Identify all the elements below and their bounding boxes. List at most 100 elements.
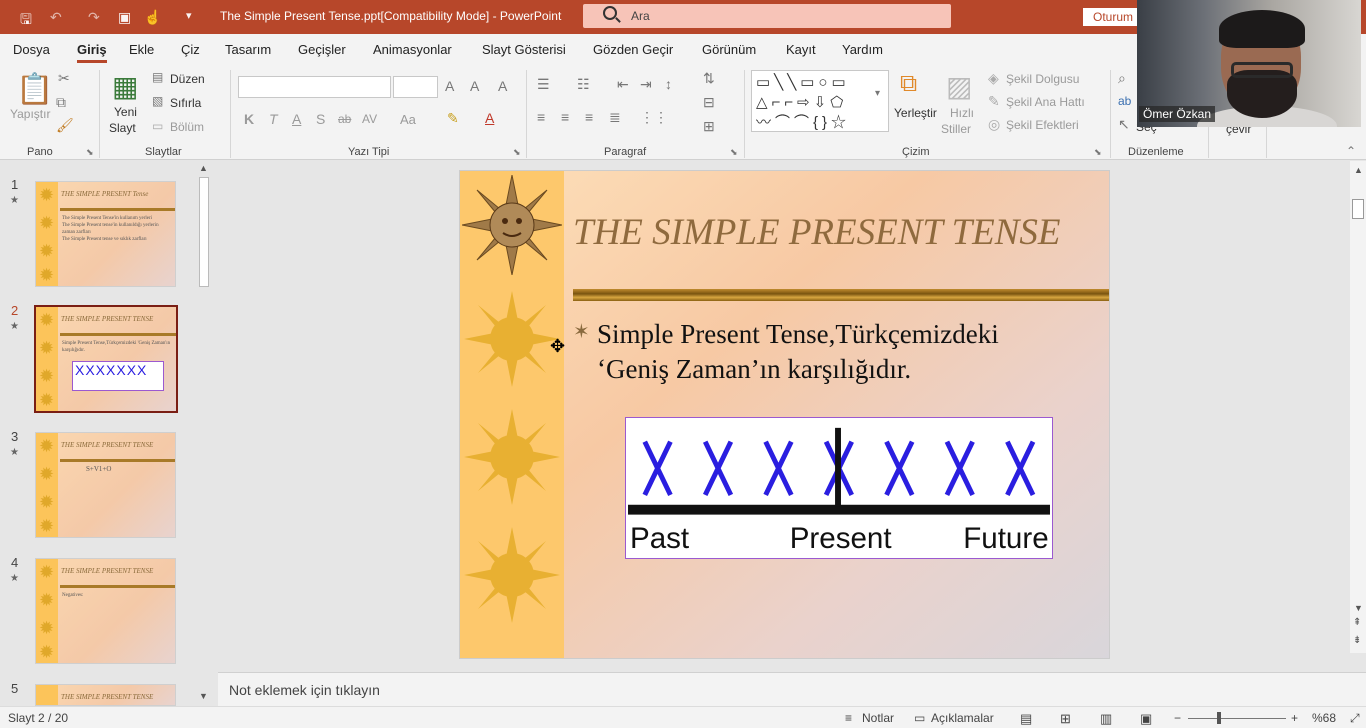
normal-view-icon[interactable]: ▤ bbox=[1020, 711, 1032, 727]
zoom-out-icon[interactable]: − bbox=[1174, 711, 1181, 725]
highlight-icon[interactable]: ✎ bbox=[447, 110, 459, 127]
zoom-level[interactable]: %68 bbox=[1312, 711, 1336, 725]
cut-icon[interactable]: ✂ bbox=[58, 70, 70, 87]
section-button[interactable]: Bölüm bbox=[170, 120, 204, 134]
slide-body-text[interactable]: Simple Present Tense,Türkçemizdeki ‘Geni… bbox=[597, 317, 1067, 387]
scroll-up-icon[interactable]: ▲ bbox=[1354, 165, 1363, 175]
tab-tasarim[interactable]: Tasarım bbox=[225, 42, 271, 57]
slide-thumbnail-5[interactable]: THE SIMPLE PRESENT TENSE bbox=[35, 684, 176, 706]
shapes-gallery[interactable]: ▭╲╲▭○▭ △⌐⌐⇨⇩⬠ 〰⌒⌒{}☆ bbox=[751, 70, 889, 132]
thumbnails-scrollbar[interactable]: ▲ ▼ bbox=[197, 163, 211, 705]
undo-icon[interactable]: ↶ bbox=[50, 9, 62, 26]
current-slide[interactable]: THE SIMPLE PRESENT TENSE ✶ Simple Presen… bbox=[459, 170, 1110, 659]
font-size-combo[interactable] bbox=[393, 76, 438, 98]
increase-indent-icon[interactable]: ⇥ bbox=[640, 76, 652, 93]
tab-gecisler[interactable]: Geçişler bbox=[298, 42, 346, 57]
quick-styles-icon[interactable]: ▨ bbox=[946, 70, 972, 103]
line-spacing-icon[interactable]: ↕ bbox=[665, 76, 672, 92]
italic-button[interactable]: T bbox=[269, 111, 278, 127]
comments-button[interactable]: Açıklamalar bbox=[931, 711, 994, 725]
tab-gorunum[interactable]: Görünüm bbox=[702, 42, 756, 57]
slide-title[interactable]: THE SIMPLE PRESENT TENSE bbox=[573, 211, 1061, 254]
tab-giris[interactable]: Giriş bbox=[77, 42, 107, 63]
underline-button[interactable]: A bbox=[292, 111, 301, 127]
slideshow-icon[interactable]: ▣ bbox=[1140, 711, 1152, 727]
quick-styles-label-2[interactable]: Stiller bbox=[941, 122, 971, 136]
format-painter-icon[interactable]: 🖌 bbox=[56, 117, 74, 134]
copy-icon[interactable]: ⧉ bbox=[56, 94, 66, 111]
zoom-slider[interactable] bbox=[1188, 718, 1286, 719]
arrange-icon[interactable]: ⧉ bbox=[900, 70, 917, 98]
tab-slayt-gosterisi[interactable]: Slayt Gösterisi bbox=[482, 42, 566, 57]
shapes-more-icon[interactable]: ▾ bbox=[875, 88, 880, 99]
tab-ciz[interactable]: Çiz bbox=[181, 42, 200, 57]
spacing-button[interactable]: AV bbox=[362, 112, 377, 126]
slide-thumbnail-3[interactable]: ✹ ✹ ✹ ✹ THE SIMPLE PRESENT TENSE S+V1+O bbox=[35, 432, 176, 538]
zoom-in-icon[interactable]: + bbox=[1291, 711, 1298, 725]
slide-thumbnail-4[interactable]: ✹ ✹ ✹ ✹ THE SIMPLE PRESENT TENSE Negativ… bbox=[35, 558, 176, 664]
tab-ekle[interactable]: Ekle bbox=[129, 42, 154, 57]
shape-outline-button[interactable]: Şekil Ana Hattı bbox=[1006, 95, 1085, 109]
layout-button[interactable]: Düzen bbox=[170, 72, 205, 86]
collapse-ribbon-icon[interactable]: ⌃ bbox=[1346, 144, 1356, 158]
bullets-icon[interactable]: ☰ bbox=[537, 76, 550, 93]
new-slide-label-1[interactable]: Yeni bbox=[114, 105, 137, 119]
increase-font-icon[interactable]: A bbox=[445, 78, 454, 94]
search-box[interactable]: Ara bbox=[583, 4, 951, 28]
drawing-launcher-icon[interactable]: ⬊ bbox=[1094, 147, 1102, 158]
find-icon[interactable]: ⌕ bbox=[1118, 70, 1126, 87]
font-name-combo[interactable] bbox=[238, 76, 391, 98]
paste-button[interactable]: Yapıştır bbox=[10, 107, 50, 121]
paragraph-launcher-icon[interactable]: ⬊ bbox=[730, 147, 738, 158]
replace-icon[interactable]: ab bbox=[1118, 94, 1131, 108]
customize-qat-icon[interactable]: ▾ bbox=[186, 9, 192, 22]
timeline-image[interactable]: Past Present Future bbox=[625, 417, 1053, 559]
slide-thumbnail-2[interactable]: ✹ ✹ ✹ ✹ THE SIMPLE PRESENT TENSE Simple … bbox=[34, 305, 178, 413]
new-slide-icon[interactable]: ▦ bbox=[112, 70, 138, 103]
text-direction-icon[interactable]: ⇅ bbox=[703, 70, 715, 87]
tab-kayit[interactable]: Kayıt bbox=[786, 42, 816, 57]
smartart-icon[interactable]: ⊞ bbox=[703, 118, 715, 135]
slide-thumbnail-1[interactable]: ✹ ✹ ✹ ✹ THE SIMPLE PRESENT Tense The Sim… bbox=[35, 181, 176, 287]
tab-dosya[interactable]: Dosya bbox=[13, 42, 50, 57]
fit-to-window-icon[interactable]: ⤢ bbox=[1350, 711, 1360, 726]
tab-animasyonlar[interactable]: Animasyonlar bbox=[373, 42, 452, 57]
font-color-icon[interactable]: A bbox=[485, 110, 494, 126]
slide-scrollbar[interactable]: ▲ ▼ ⇞ ⇟ bbox=[1350, 161, 1366, 653]
arrange-button[interactable]: Yerleştir bbox=[894, 106, 937, 120]
align-left-icon[interactable]: ≡ bbox=[537, 109, 545, 125]
scroll-up-icon[interactable]: ▲ bbox=[199, 163, 208, 173]
paste-icon[interactable]: 📋 bbox=[16, 72, 53, 107]
save-icon[interactable]: 🖫 bbox=[20, 9, 32, 33]
shape-fill-button[interactable]: Şekil Dolgusu bbox=[1006, 72, 1079, 86]
change-case-button[interactable]: Aa bbox=[400, 112, 416, 127]
notes-button[interactable]: Notlar bbox=[862, 711, 894, 725]
scroll-down-icon[interactable]: ▼ bbox=[1354, 603, 1363, 613]
shape-effects-button[interactable]: Şekil Efektleri bbox=[1006, 118, 1079, 132]
numbering-icon[interactable]: ☷ bbox=[577, 76, 590, 93]
decrease-font-icon[interactable]: A bbox=[470, 78, 479, 94]
justify-icon[interactable]: ≣ bbox=[609, 109, 621, 126]
quick-styles-label-1[interactable]: Hızlı bbox=[950, 106, 974, 120]
previous-slide-icon[interactable]: ⇞ bbox=[1353, 617, 1361, 628]
strike-button[interactable]: ab bbox=[338, 112, 351, 126]
touch-mode-icon[interactable]: ☝ bbox=[144, 9, 161, 26]
font-launcher-icon[interactable]: ⬊ bbox=[513, 147, 521, 158]
decrease-indent-icon[interactable]: ⇤ bbox=[617, 76, 629, 93]
tab-yardim[interactable]: Yardım bbox=[842, 42, 883, 57]
notes-pane[interactable]: Not eklemek için tıklayın bbox=[218, 672, 1366, 706]
new-slide-label-2[interactable]: Slayt bbox=[109, 121, 136, 135]
tab-gozden-gecir[interactable]: Gözden Geçir bbox=[593, 42, 673, 57]
clear-format-icon[interactable]: A bbox=[498, 78, 507, 94]
scroll-down-icon[interactable]: ▼ bbox=[199, 691, 208, 701]
zoom-slider-thumb[interactable] bbox=[1217, 712, 1221, 724]
align-right-icon[interactable]: ≡ bbox=[585, 109, 593, 125]
signin-button[interactable]: Oturum bbox=[1083, 8, 1143, 26]
align-center-icon[interactable]: ≡ bbox=[561, 109, 569, 125]
redo-icon[interactable]: ↷ bbox=[88, 9, 100, 26]
shadow-button[interactable]: S bbox=[316, 111, 325, 127]
start-from-beginning-icon[interactable]: ▣ bbox=[118, 9, 131, 26]
pano-launcher-icon[interactable]: ⬊ bbox=[86, 147, 94, 158]
reset-button[interactable]: Sıfırla bbox=[170, 96, 201, 110]
align-text-icon[interactable]: ⊟ bbox=[703, 94, 715, 111]
